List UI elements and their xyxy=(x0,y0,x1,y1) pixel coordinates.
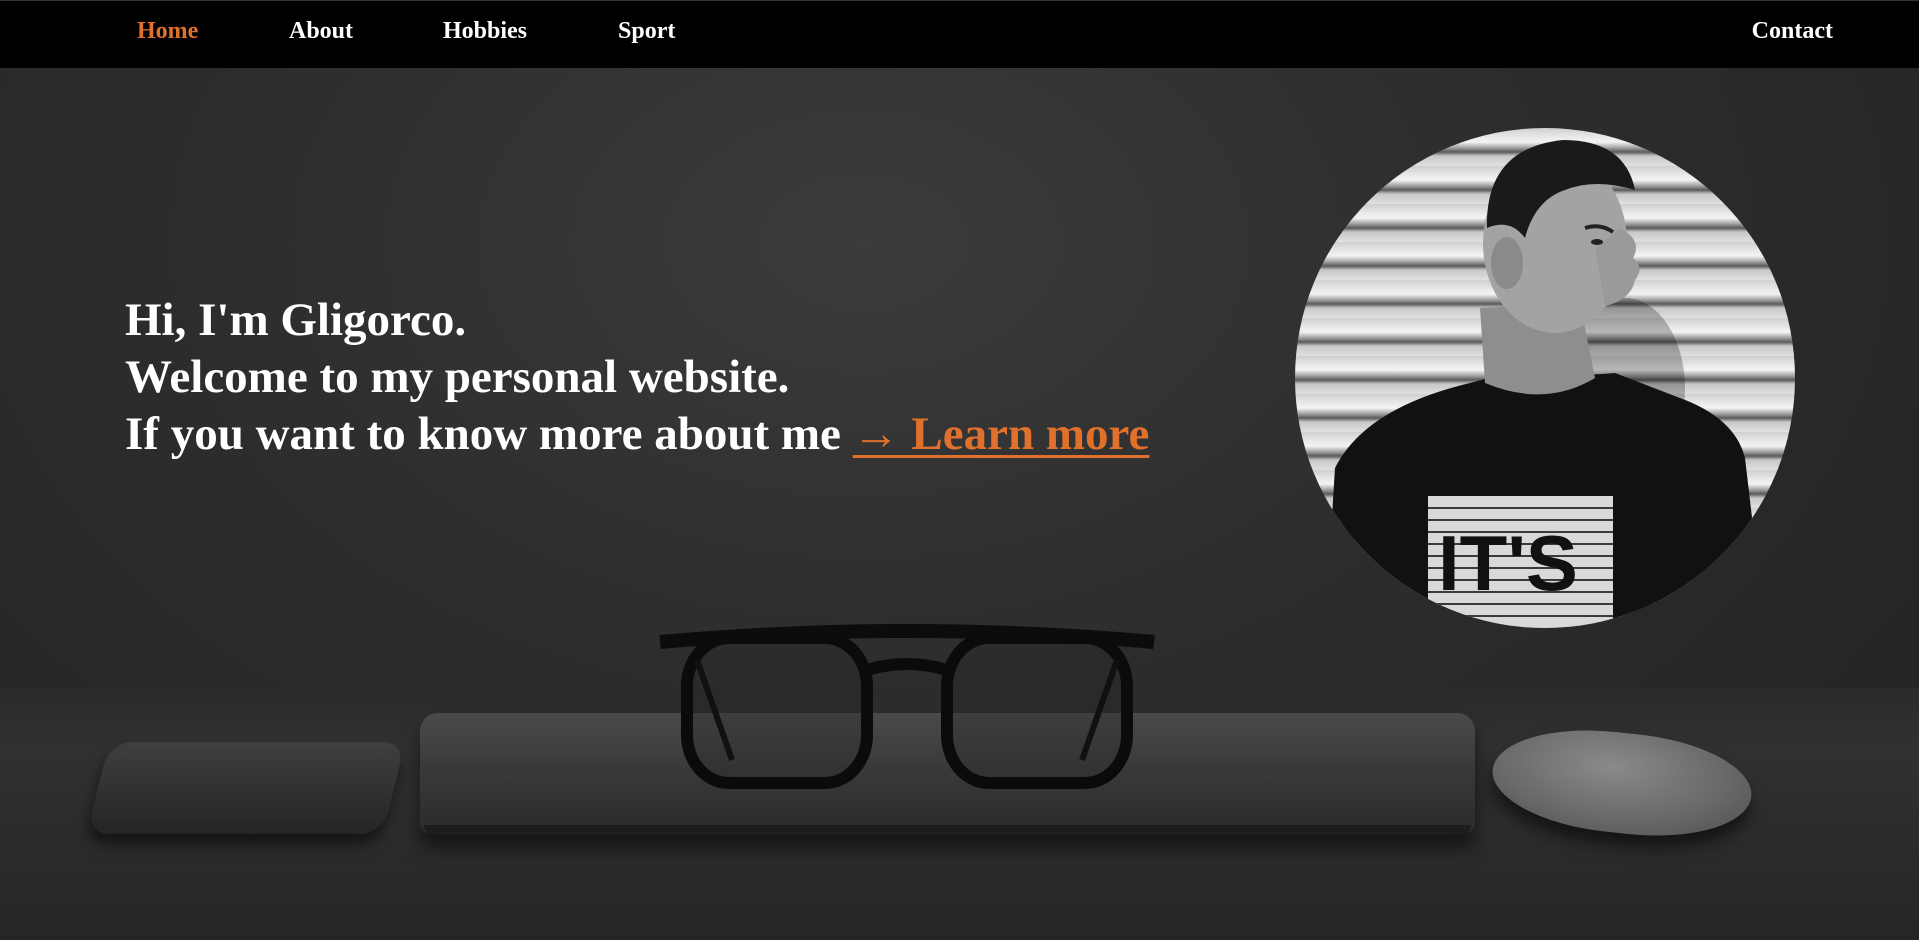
shirt-print-text: IT'S xyxy=(1438,519,1578,607)
laptop-edge xyxy=(424,825,1471,835)
profile-photo-illustration: IT'S xyxy=(1325,140,1765,628)
nav-about-link[interactable]: About xyxy=(289,18,353,45)
top-navbar: Home About Hobbies Sport Contact xyxy=(0,0,1919,68)
nav-sport-link[interactable]: Sport xyxy=(618,18,675,45)
learn-more-link[interactable]: → Learn more xyxy=(853,408,1150,460)
nav-home-link[interactable]: Home xyxy=(137,18,198,45)
glasses-image xyxy=(659,624,1155,789)
hero-greeting: Hi, I'm Gligorco. xyxy=(125,294,467,346)
nav-hobbies-link[interactable]: Hobbies xyxy=(443,18,527,45)
hero-text-block: Hi, I'm Gligorco. Welcome to my personal… xyxy=(125,292,1149,463)
smartphone-image xyxy=(86,742,406,834)
page: Home About Hobbies Sport Contact Hi, I'm… xyxy=(0,0,1919,940)
nav-contact-link[interactable]: Contact xyxy=(1752,18,1833,45)
hero-cta-prefix: If you want to know more about me xyxy=(125,408,853,460)
profile-photo: IT'S xyxy=(1295,128,1795,628)
hero-cta-line: If you want to know more about me → Lear… xyxy=(125,406,1149,463)
hero-welcome: Welcome to my personal website. xyxy=(125,351,790,403)
